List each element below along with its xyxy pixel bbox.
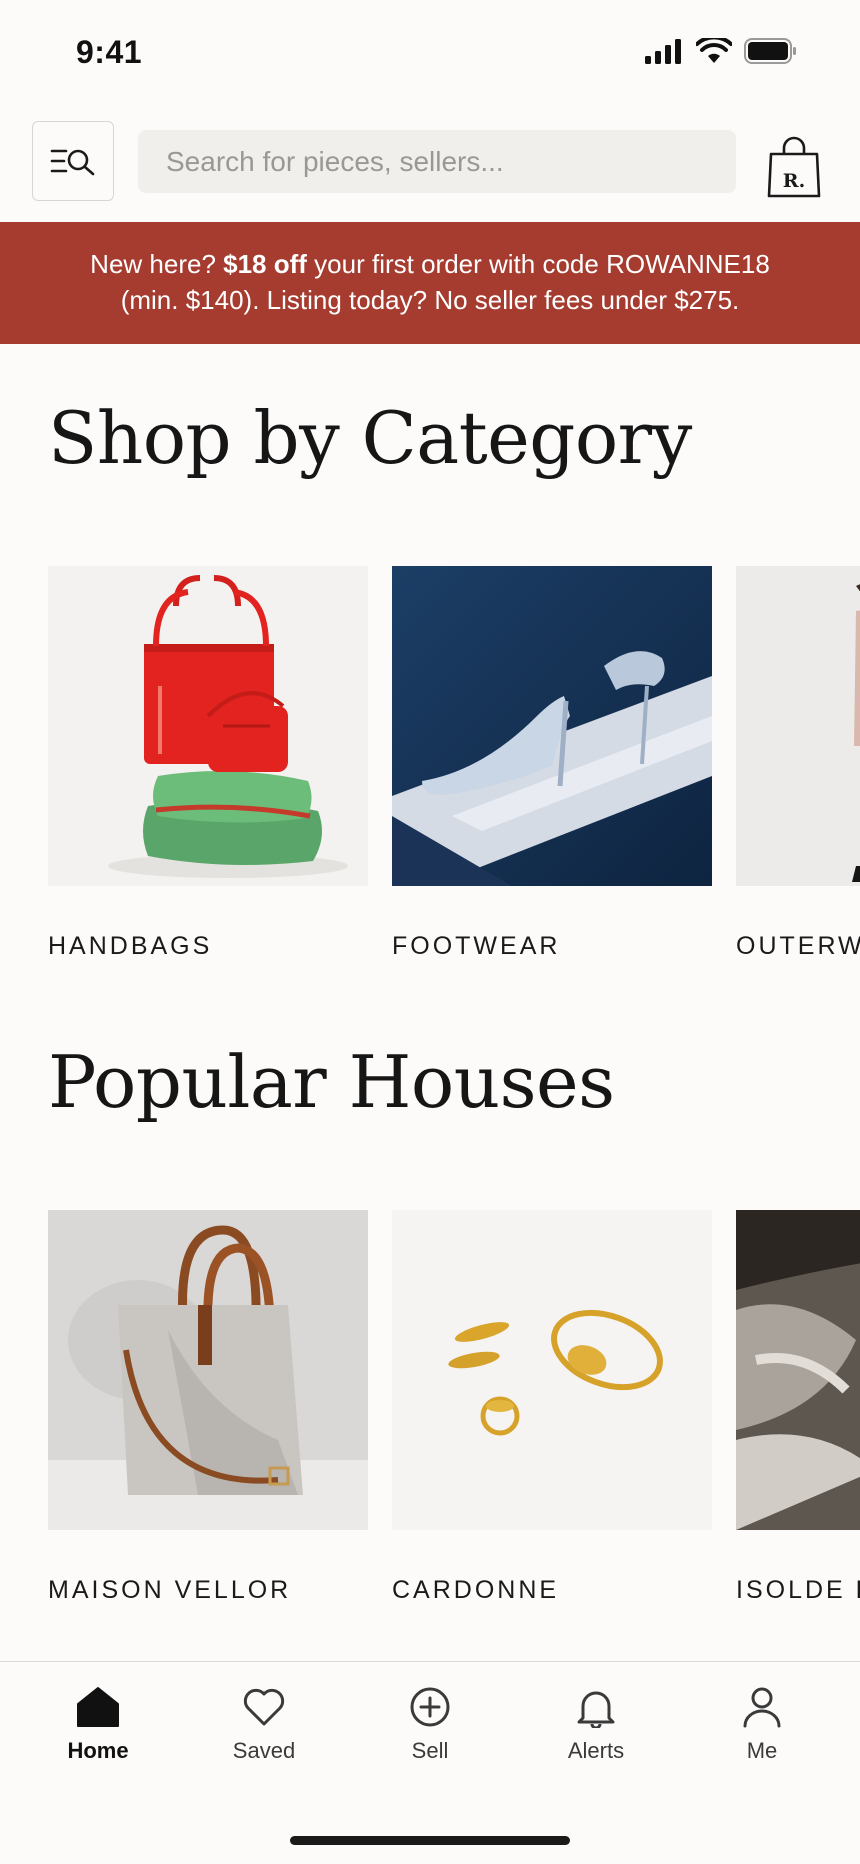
category-card-footwear[interactable]: FOOTWEAR — [392, 566, 712, 961]
heart-icon — [243, 1688, 285, 1726]
category-label: OUTERW — [736, 932, 860, 960]
status-bar: 9:41 — [0, 0, 860, 110]
house-label: ISOLDE P — [736, 1576, 860, 1604]
search-input[interactable] — [166, 145, 736, 178]
promo-discount: $18 off — [223, 249, 307, 279]
category-card-handbags[interactable]: HANDBAGS — [48, 566, 368, 961]
status-time: 9:41 — [76, 34, 143, 70]
tab-home[interactable]: Home — [38, 1686, 158, 1764]
tab-me[interactable]: Me — [702, 1686, 822, 1764]
header: R. — [0, 110, 860, 222]
tab-alerts[interactable]: Alerts — [536, 1686, 656, 1764]
house-image-maison-vellor — [48, 1210, 368, 1530]
tab-label: Me — [746, 1738, 778, 1763]
tab-label: Home — [67, 1738, 129, 1763]
shopping-bag-button[interactable]: R. — [762, 130, 826, 204]
menu-button[interactable] — [32, 121, 114, 201]
section-title-categories: Shop by Category — [48, 396, 692, 480]
promo-line-2: (min. $140). Listing today? No seller fe… — [120, 285, 740, 315]
cellular-signal-icon — [645, 39, 681, 64]
category-label: HANDBAGS — [48, 932, 213, 960]
menu-search-icon — [50, 149, 95, 176]
house-card-maison-vellor[interactable]: MAISON VELLOR — [48, 1210, 368, 1605]
tab-saved[interactable]: Saved — [204, 1686, 324, 1764]
status-icons — [644, 38, 798, 64]
house-card-cardonne[interactable]: CARDONNE — [392, 1210, 712, 1605]
battery-icon — [744, 38, 796, 64]
category-image-outerwear — [736, 566, 860, 886]
section-title-houses: Popular Houses — [48, 1040, 615, 1124]
shopping-bag-icon: R. — [767, 136, 821, 198]
search-bar[interactable] — [138, 130, 736, 193]
tab-sell[interactable]: Sell — [370, 1686, 490, 1764]
houses-carousel[interactable]: MAISON VELLOR CARDONNE ISOLDE — [48, 1210, 860, 1610]
home-indicator — [290, 1836, 570, 1845]
plus-circle-icon — [410, 1687, 450, 1727]
house-label: MAISON VELLOR — [48, 1576, 292, 1604]
house-image-cardonne — [392, 1210, 712, 1530]
wifi-icon — [696, 38, 732, 63]
bell-icon — [577, 1691, 615, 1728]
bag-monogram: R. — [783, 170, 805, 192]
house-image-isolde — [736, 1210, 860, 1530]
category-carousel[interactable]: HANDBAGS FOOTWEAR OUTERW — [48, 566, 860, 966]
category-image-handbags — [48, 566, 368, 886]
promo-line-1: New here? $18 off your first order with … — [90, 249, 770, 279]
house-label: CARDONNE — [392, 1576, 560, 1604]
category-label: FOOTWEAR — [392, 932, 561, 960]
tab-label: Alerts — [567, 1738, 625, 1763]
tab-bar: Home Saved Sell Alerts Me — [0, 1661, 860, 1864]
category-card-outerwear[interactable]: OUTERW — [736, 566, 860, 961]
house-card-isolde[interactable]: ISOLDE P — [736, 1210, 860, 1605]
promo-banner[interactable]: New here? $18 off your first order with … — [0, 222, 860, 344]
home-icon — [77, 1687, 119, 1727]
category-image-footwear — [392, 566, 712, 886]
tab-label: Sell — [411, 1738, 449, 1763]
tab-label: Saved — [232, 1738, 296, 1763]
user-icon — [743, 1687, 781, 1728]
